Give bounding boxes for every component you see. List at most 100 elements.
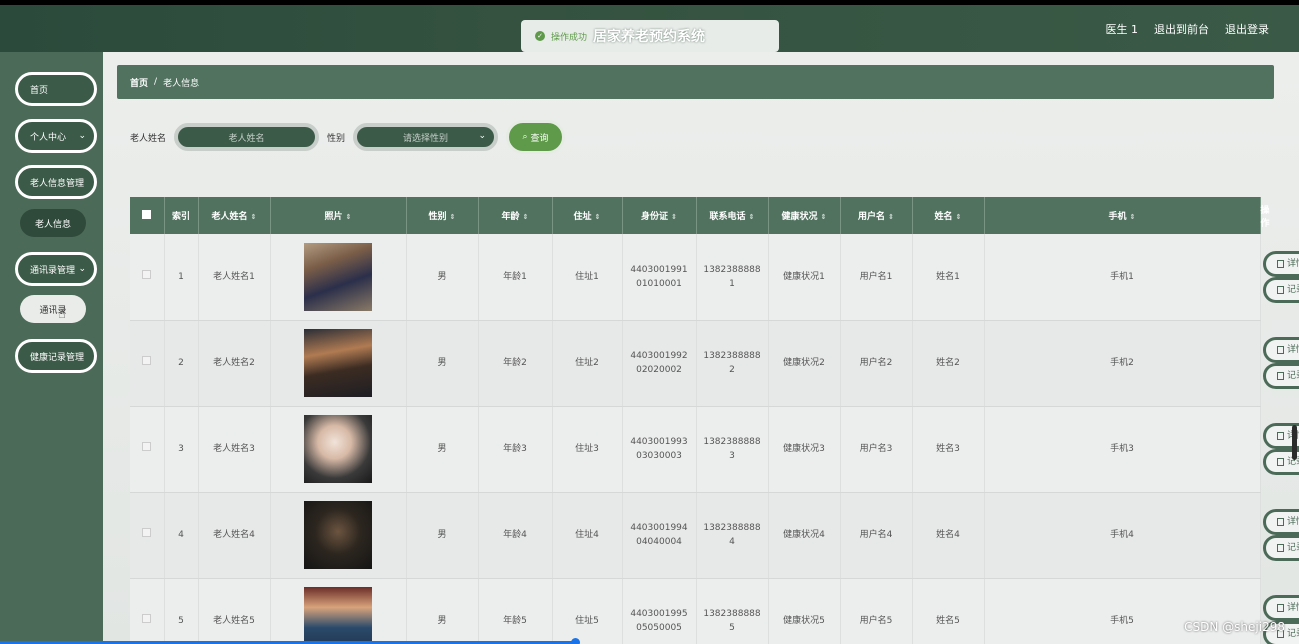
cell-address: 住址2 bbox=[552, 320, 623, 407]
cell-index: 1 bbox=[164, 234, 199, 321]
row-checkbox[interactable] bbox=[142, 269, 152, 279]
hand-cursor-icon: ☝ bbox=[58, 307, 66, 322]
document-icon bbox=[1276, 604, 1284, 612]
elder-photo[interactable] bbox=[304, 329, 372, 397]
column-header-address[interactable]: 住址 ⇕ bbox=[552, 197, 623, 234]
column-header-health[interactable]: 健康状况 ⇕ bbox=[768, 197, 841, 234]
chevron-down-icon: ⌄ bbox=[478, 131, 487, 141]
sidebar-item-label: 老人信息管理 bbox=[30, 178, 85, 189]
cell-elder-name: 老人姓名3 bbox=[198, 406, 271, 493]
column-header-age[interactable]: 年龄 ⇕ bbox=[478, 197, 553, 234]
cell-mobile: 手机2 bbox=[984, 320, 1261, 407]
sidebar-item-contacts-management[interactable]: 通讯录管理 ⌄ bbox=[15, 252, 97, 286]
elder-photo[interactable] bbox=[304, 587, 372, 644]
cell-mobile: 手机3 bbox=[984, 406, 1261, 493]
cell-username: 用户名2 bbox=[840, 320, 913, 407]
sort-icon: ⇕ bbox=[250, 213, 257, 221]
gender-label: 性别 bbox=[327, 133, 346, 144]
cell-realname: 姓名1 bbox=[912, 234, 985, 321]
cell-mobile: 手机5 bbox=[984, 578, 1261, 644]
sort-icon: ⇕ bbox=[1129, 213, 1136, 221]
success-toast: ✓ 操作成功 居家养老预约系统 bbox=[521, 20, 779, 52]
sort-icon: ⇕ bbox=[955, 213, 962, 221]
column-header-id-card[interactable]: 身份证 ⇕ bbox=[622, 197, 697, 234]
elder-photo[interactable] bbox=[304, 501, 372, 569]
cell-username: 用户名5 bbox=[840, 578, 913, 644]
select-placeholder: 请选择性别 bbox=[403, 133, 449, 144]
cell-elder-name: 老人姓名4 bbox=[198, 492, 271, 579]
cell-photo bbox=[270, 492, 407, 579]
elder-table: 索引 老人姓名 ⇕ 照片 ⇕ 性别 ⇕ 年龄 ⇕ 住址 ⇕ 身份证 ⇕ 联系电话 ⇕ 健康状况… bbox=[130, 197, 1299, 644]
sidebar-item-elder-info-management[interactable]: 老人信息管理 bbox=[15, 165, 97, 199]
table-header-row: 索引 老人姓名 ⇕ 照片 ⇕ 性别 ⇕ 年龄 ⇕ 住址 ⇕ 身份证 ⇕ 联系电话 ⇕ 健康状况… bbox=[130, 197, 1270, 234]
sort-icon: ⇕ bbox=[748, 213, 755, 221]
detail-button[interactable]: 详情 bbox=[1262, 595, 1299, 621]
top-right-menu: 医生 1 退出到前台 退出登录 bbox=[1106, 5, 1270, 52]
cell-gender: 男 bbox=[406, 406, 479, 493]
record-button[interactable]: 记录 bbox=[1262, 535, 1299, 561]
cell-index: 3 bbox=[164, 406, 199, 493]
page-scrollbar-thumb[interactable] bbox=[1292, 425, 1297, 460]
cell-mobile: 手机4 bbox=[984, 492, 1261, 579]
cell-age: 年龄4 bbox=[478, 492, 553, 579]
cell-username: 用户名4 bbox=[840, 492, 913, 579]
video-progress-knob[interactable] bbox=[571, 638, 580, 644]
breadcrumb-separator: / bbox=[154, 77, 158, 87]
column-header-gender[interactable]: 性别 ⇕ bbox=[406, 197, 479, 234]
record-button[interactable]: 记录 bbox=[1262, 363, 1299, 389]
cell-phone: 13823888882 bbox=[696, 320, 769, 407]
cell-gender: 男 bbox=[406, 578, 479, 644]
row-checkbox[interactable] bbox=[142, 614, 152, 623]
detail-button[interactable]: 详情 bbox=[1262, 509, 1299, 535]
sidebar-item-personal-center[interactable]: 个人中心 ⌄ bbox=[15, 119, 97, 153]
breadcrumb-home[interactable]: 首页 bbox=[130, 76, 148, 89]
cell-age: 年龄1 bbox=[478, 234, 553, 321]
record-button[interactable]: 记录 bbox=[1262, 276, 1299, 303]
cell-index: 4 bbox=[164, 492, 199, 579]
cell-health: 健康状况3 bbox=[768, 406, 841, 493]
column-header-photo[interactable]: 照片 ⇕ bbox=[270, 197, 407, 234]
detail-button[interactable]: 详情 bbox=[1262, 250, 1299, 277]
elder-name-input[interactable]: 老人姓名 bbox=[174, 123, 320, 151]
cell-id-card: 440300199101010001 bbox=[622, 234, 697, 321]
cell-address: 住址3 bbox=[552, 406, 623, 493]
table-row: 3 老人姓名3 男 年龄3 住址3 440300199303030003 138… bbox=[130, 406, 1299, 493]
cell-address: 住址4 bbox=[552, 492, 623, 579]
sidebar-item-health-records-management[interactable]: 健康记录管理 bbox=[15, 339, 97, 373]
sort-icon: ⇕ bbox=[888, 213, 894, 221]
detail-button[interactable]: 详情 bbox=[1262, 337, 1299, 363]
elder-photo[interactable] bbox=[304, 415, 372, 483]
sidebar-item-label: 健康记录管理 bbox=[30, 352, 85, 363]
cell-phone: 13823888881 bbox=[696, 234, 769, 321]
cell-realname: 姓名3 bbox=[912, 406, 985, 493]
cell-phone: 13823888885 bbox=[696, 578, 769, 644]
select-all-checkbox-cell[interactable] bbox=[130, 197, 165, 234]
cell-realname: 姓名5 bbox=[912, 578, 985, 644]
column-header-phone[interactable]: 联系电话 ⇕ bbox=[696, 197, 769, 234]
column-header-mobile[interactable]: 手机 ⇕ bbox=[984, 197, 1261, 234]
sidebar-subitem-elder-info[interactable]: 老人信息 bbox=[20, 209, 86, 237]
sidebar-item-home[interactable]: 首页 bbox=[15, 72, 97, 106]
cell-address: 住址5 bbox=[552, 578, 623, 644]
column-header-elder-name[interactable]: 老人姓名 ⇕ bbox=[198, 197, 271, 234]
sort-icon: ⇕ bbox=[449, 213, 456, 221]
row-checkbox[interactable] bbox=[142, 528, 152, 537]
document-icon bbox=[1276, 518, 1284, 526]
search-button[interactable]: ⌕ 查询 bbox=[506, 120, 566, 154]
sidebar-subitem-contacts[interactable]: 通讯录 bbox=[20, 295, 86, 323]
select-all-checkbox[interactable] bbox=[142, 209, 152, 219]
column-header-realname[interactable]: 姓名 ⇕ bbox=[912, 197, 985, 234]
document-icon bbox=[1276, 372, 1284, 380]
column-header-username[interactable]: 用户名 ⇕ bbox=[840, 197, 913, 234]
elder-photo[interactable] bbox=[304, 242, 372, 311]
search-button-label: 查询 bbox=[530, 133, 549, 144]
cell-phone: 13823888883 bbox=[696, 406, 769, 493]
gender-select[interactable]: 请选择性别 ⌄ bbox=[353, 123, 499, 151]
sidebar-item-label: 个人中心 bbox=[30, 132, 67, 143]
sidebar-item-label: 首页 bbox=[30, 85, 49, 96]
row-checkbox[interactable] bbox=[142, 356, 152, 365]
row-checkbox[interactable] bbox=[142, 442, 152, 451]
logout-link[interactable]: 退出登录 bbox=[1225, 21, 1269, 37]
back-to-front-link[interactable]: 退出到前台 bbox=[1154, 21, 1209, 37]
cell-id-card: 440300199404040004 bbox=[622, 492, 697, 579]
